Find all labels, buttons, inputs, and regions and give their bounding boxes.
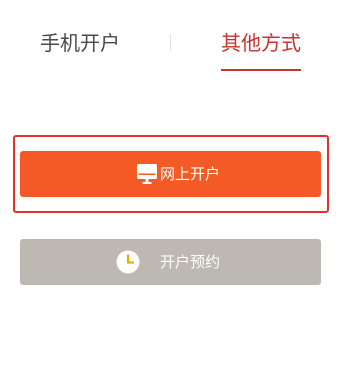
tab-divider — [170, 34, 171, 51]
online-open-button[interactable]: 网上开户 — [20, 151, 321, 197]
tab-bar: 手机开户 其他方式 — [0, 0, 355, 72]
tab-mobile-open-label: 手机开户 — [40, 31, 120, 55]
active-tab-underline — [221, 69, 301, 71]
tab-other-methods[interactable]: 其他方式 — [221, 29, 301, 71]
tab-mobile-open[interactable]: 手机开户 — [39, 29, 121, 71]
appointment-button[interactable]: 开户预约 — [20, 239, 321, 285]
tab-other-methods-label: 其他方式 — [221, 31, 301, 55]
clock-icon — [116, 250, 140, 274]
monitor-icon — [135, 162, 159, 186]
appointment-button-label: 开户预约 — [160, 253, 221, 271]
online-open-button-label: 网上开户 — [160, 165, 221, 183]
